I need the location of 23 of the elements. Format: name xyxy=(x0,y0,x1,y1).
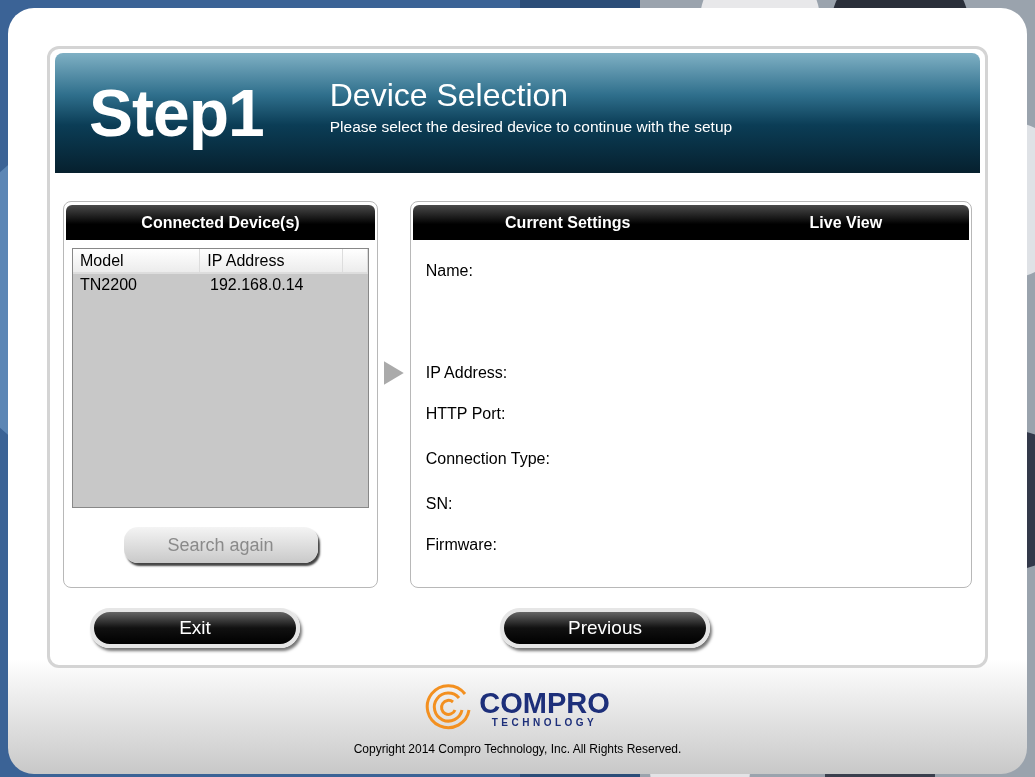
logo-subtitle: TECHNOLOGY xyxy=(491,716,598,728)
copyright-text: Copyright 2014 Compro Technology, Inc. All Rights Reserved. xyxy=(353,742,682,756)
panel-title: Connected Device(s) xyxy=(140,213,301,232)
field-label: IP Address: xyxy=(425,364,509,383)
field-label: Firmware: xyxy=(425,536,498,555)
page-subtitle: Please select the desired device to continue with the setup xyxy=(329,117,733,136)
field-label: Connection Type: xyxy=(425,450,551,469)
column-header[interactable]: IP Address xyxy=(200,249,344,272)
logo-name: COMPRO xyxy=(479,688,610,717)
table-cell-text: TN2200 xyxy=(79,275,138,295)
table-cell-text: 192.168.0.14 xyxy=(209,275,305,295)
field-label: SN: xyxy=(425,495,454,514)
column-header[interactable]: Model xyxy=(73,249,201,272)
field-label: HTTP Port: xyxy=(425,405,507,424)
step-label: Step1 xyxy=(89,75,264,151)
previous-button[interactable]: Previous xyxy=(500,608,710,648)
exit-button[interactable]: Exit xyxy=(90,608,300,648)
device-row[interactable]: TN2200 192.168.0.14 xyxy=(73,274,368,296)
arrow-icon xyxy=(384,361,404,385)
panel-title: Live View xyxy=(808,213,884,232)
page-title: Device Selection xyxy=(329,76,570,114)
panel-title: Current Settings xyxy=(504,213,632,232)
field-label: Name: xyxy=(425,262,474,281)
